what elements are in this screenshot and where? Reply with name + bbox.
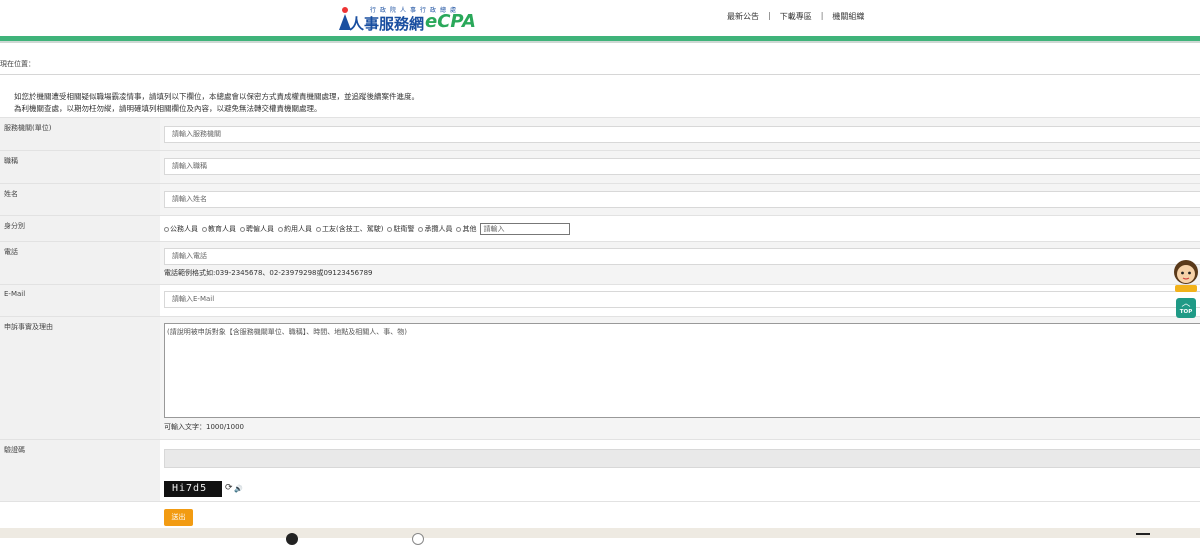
- phone-label: 電話: [0, 242, 160, 284]
- agency-label: 服務機關(單位): [0, 118, 160, 150]
- email-label: E-Mail: [0, 285, 160, 316]
- nav-link-downloads[interactable]: 下載專區: [780, 11, 812, 22]
- nav-separator: |: [820, 11, 824, 20]
- identity-radio[interactable]: 承攬人員: [418, 224, 452, 234]
- footer-avatar-icon: [286, 533, 298, 545]
- radio-circle-icon: [240, 226, 245, 232]
- phone-input[interactable]: 請輸入電話: [164, 248, 1200, 265]
- top-nav: 最新公告 | 下載專區 | 機關組織: [727, 11, 864, 22]
- radio-circle-icon: [418, 226, 424, 232]
- radio-circle-icon: [202, 226, 207, 232]
- breadcrumb-divider: [0, 74, 1200, 75]
- nav-separator: |: [768, 11, 771, 20]
- back-to-top-button[interactable]: ︿ TOP: [1176, 298, 1196, 318]
- row-name: 姓名 請輸入姓名: [0, 183, 1200, 215]
- radio-circle-icon: [456, 226, 462, 232]
- speaker-icon[interactable]: 🔊: [234, 485, 243, 493]
- site-header: 行政院人事行政總處 人事服務網 eCPA 最新公告 | 下載專區 | 機關組織: [0, 0, 1200, 36]
- top-label: TOP: [1179, 309, 1193, 315]
- row-identity: 身分別 公務人員 教育人員 聘僱人員 約用人員 工友(含技工、駕駛) 駐衛警 承…: [0, 215, 1200, 241]
- radio-circle-icon: [164, 226, 169, 232]
- site-logo[interactable]: 行政院人事行政總處 人事服務網 eCPA: [336, 4, 476, 33]
- logo-ecpa: eCPA: [425, 11, 476, 32]
- identity-radio[interactable]: 駐衛警: [387, 224, 414, 234]
- title-input[interactable]: 請輸入職稱: [164, 158, 1200, 175]
- radio-circle-icon: [387, 226, 393, 232]
- phone-format-hint: 電話範例格式如:039-2345678、02-23979298或09123456…: [164, 269, 373, 277]
- char-counter: 可輸入文字：1000/1000: [164, 423, 244, 431]
- form-bottom-border: [0, 501, 1200, 502]
- intro-line-1: 如您於機關遭受相關疑似職場霸凌情事，請填列以下欄位，本總處會以保密方式責成權責機…: [14, 92, 419, 101]
- identity-radio[interactable]: 工友(含技工、駕駛): [316, 224, 383, 234]
- row-title: 職稱 請輸入職稱: [0, 150, 1200, 183]
- radio-circle-icon: [278, 226, 283, 232]
- row-complaint: 申訴事實及理由 (請說明被申訴對象【含服務機關單位、職稱】、時間、地點及相關人、…: [0, 316, 1200, 439]
- footer-strip: [0, 528, 1200, 538]
- name-input[interactable]: 請輸入姓名: [164, 191, 1200, 208]
- identity-radio[interactable]: 約用人員: [278, 224, 312, 234]
- identity-other-input[interactable]: 請輸入: [480, 223, 571, 235]
- name-label: 姓名: [0, 184, 160, 215]
- complaint-textarea[interactable]: (請說明被申訴對象【含服務機關單位、職稱】、時間、地點及相關人、事、物): [164, 323, 1200, 418]
- chevron-up-icon: ︿: [1181, 299, 1191, 309]
- footer-circle-icon: [412, 533, 424, 545]
- captcha-image: Hi7d5: [164, 481, 222, 497]
- breadcrumb: 現在位置：: [0, 60, 35, 68]
- identity-radio[interactable]: 公務人員: [164, 224, 198, 234]
- complaint-label: 申訴事實及理由: [0, 317, 160, 439]
- identity-radio-other[interactable]: 其他: [456, 224, 476, 234]
- intro-line-2: 為利機關查處，以期勿枉勿縱，請明確填列相關欄位及內容，以避免無法轉交權責機關處理…: [14, 103, 322, 113]
- captcha-label: 驗證碼: [0, 440, 160, 501]
- row-captcha: 驗證碼 Hi7d5 ⟳ 🔊: [0, 439, 1200, 501]
- nav-link-news[interactable]: 最新公告: [727, 11, 759, 22]
- captcha-input[interactable]: [164, 449, 1200, 468]
- mascot-helper-icon[interactable]: [1172, 259, 1200, 293]
- header-divider: [0, 41, 1200, 43]
- row-phone: 電話 請輸入電話 電話範例格式如:039-2345678、02-23979298…: [0, 241, 1200, 284]
- email-input[interactable]: 請輸入E-Mail: [164, 291, 1200, 308]
- agency-input[interactable]: 請輸入服務機關: [164, 126, 1200, 143]
- row-email: E-Mail 請輸入E-Mail: [0, 284, 1200, 316]
- refresh-icon[interactable]: ⟳: [225, 483, 233, 493]
- submit-button[interactable]: 送出: [164, 509, 193, 526]
- identity-radio-group: 公務人員 教育人員 聘僱人員 約用人員 工友(含技工、駕駛) 駐衛警 承攬人員 …: [164, 223, 571, 235]
- identity-radio[interactable]: 聘僱人員: [240, 224, 274, 234]
- form-intro: 如您於機關遭受相關疑似職場霸凌情事，請填列以下欄位，本總處會以保密方式責成權責機…: [14, 91, 419, 114]
- footer-mark: [1136, 533, 1150, 535]
- identity-label: 身分別: [0, 216, 160, 241]
- nav-link-organization[interactable]: 機關組織: [832, 11, 864, 22]
- radio-circle-icon: [316, 226, 321, 232]
- identity-radio[interactable]: 教育人員: [202, 224, 236, 234]
- title-label: 職稱: [0, 151, 160, 183]
- logo-title: 人事服務網: [349, 15, 425, 33]
- row-agency: 服務機關(單位) 請輸入服務機關: [0, 117, 1200, 150]
